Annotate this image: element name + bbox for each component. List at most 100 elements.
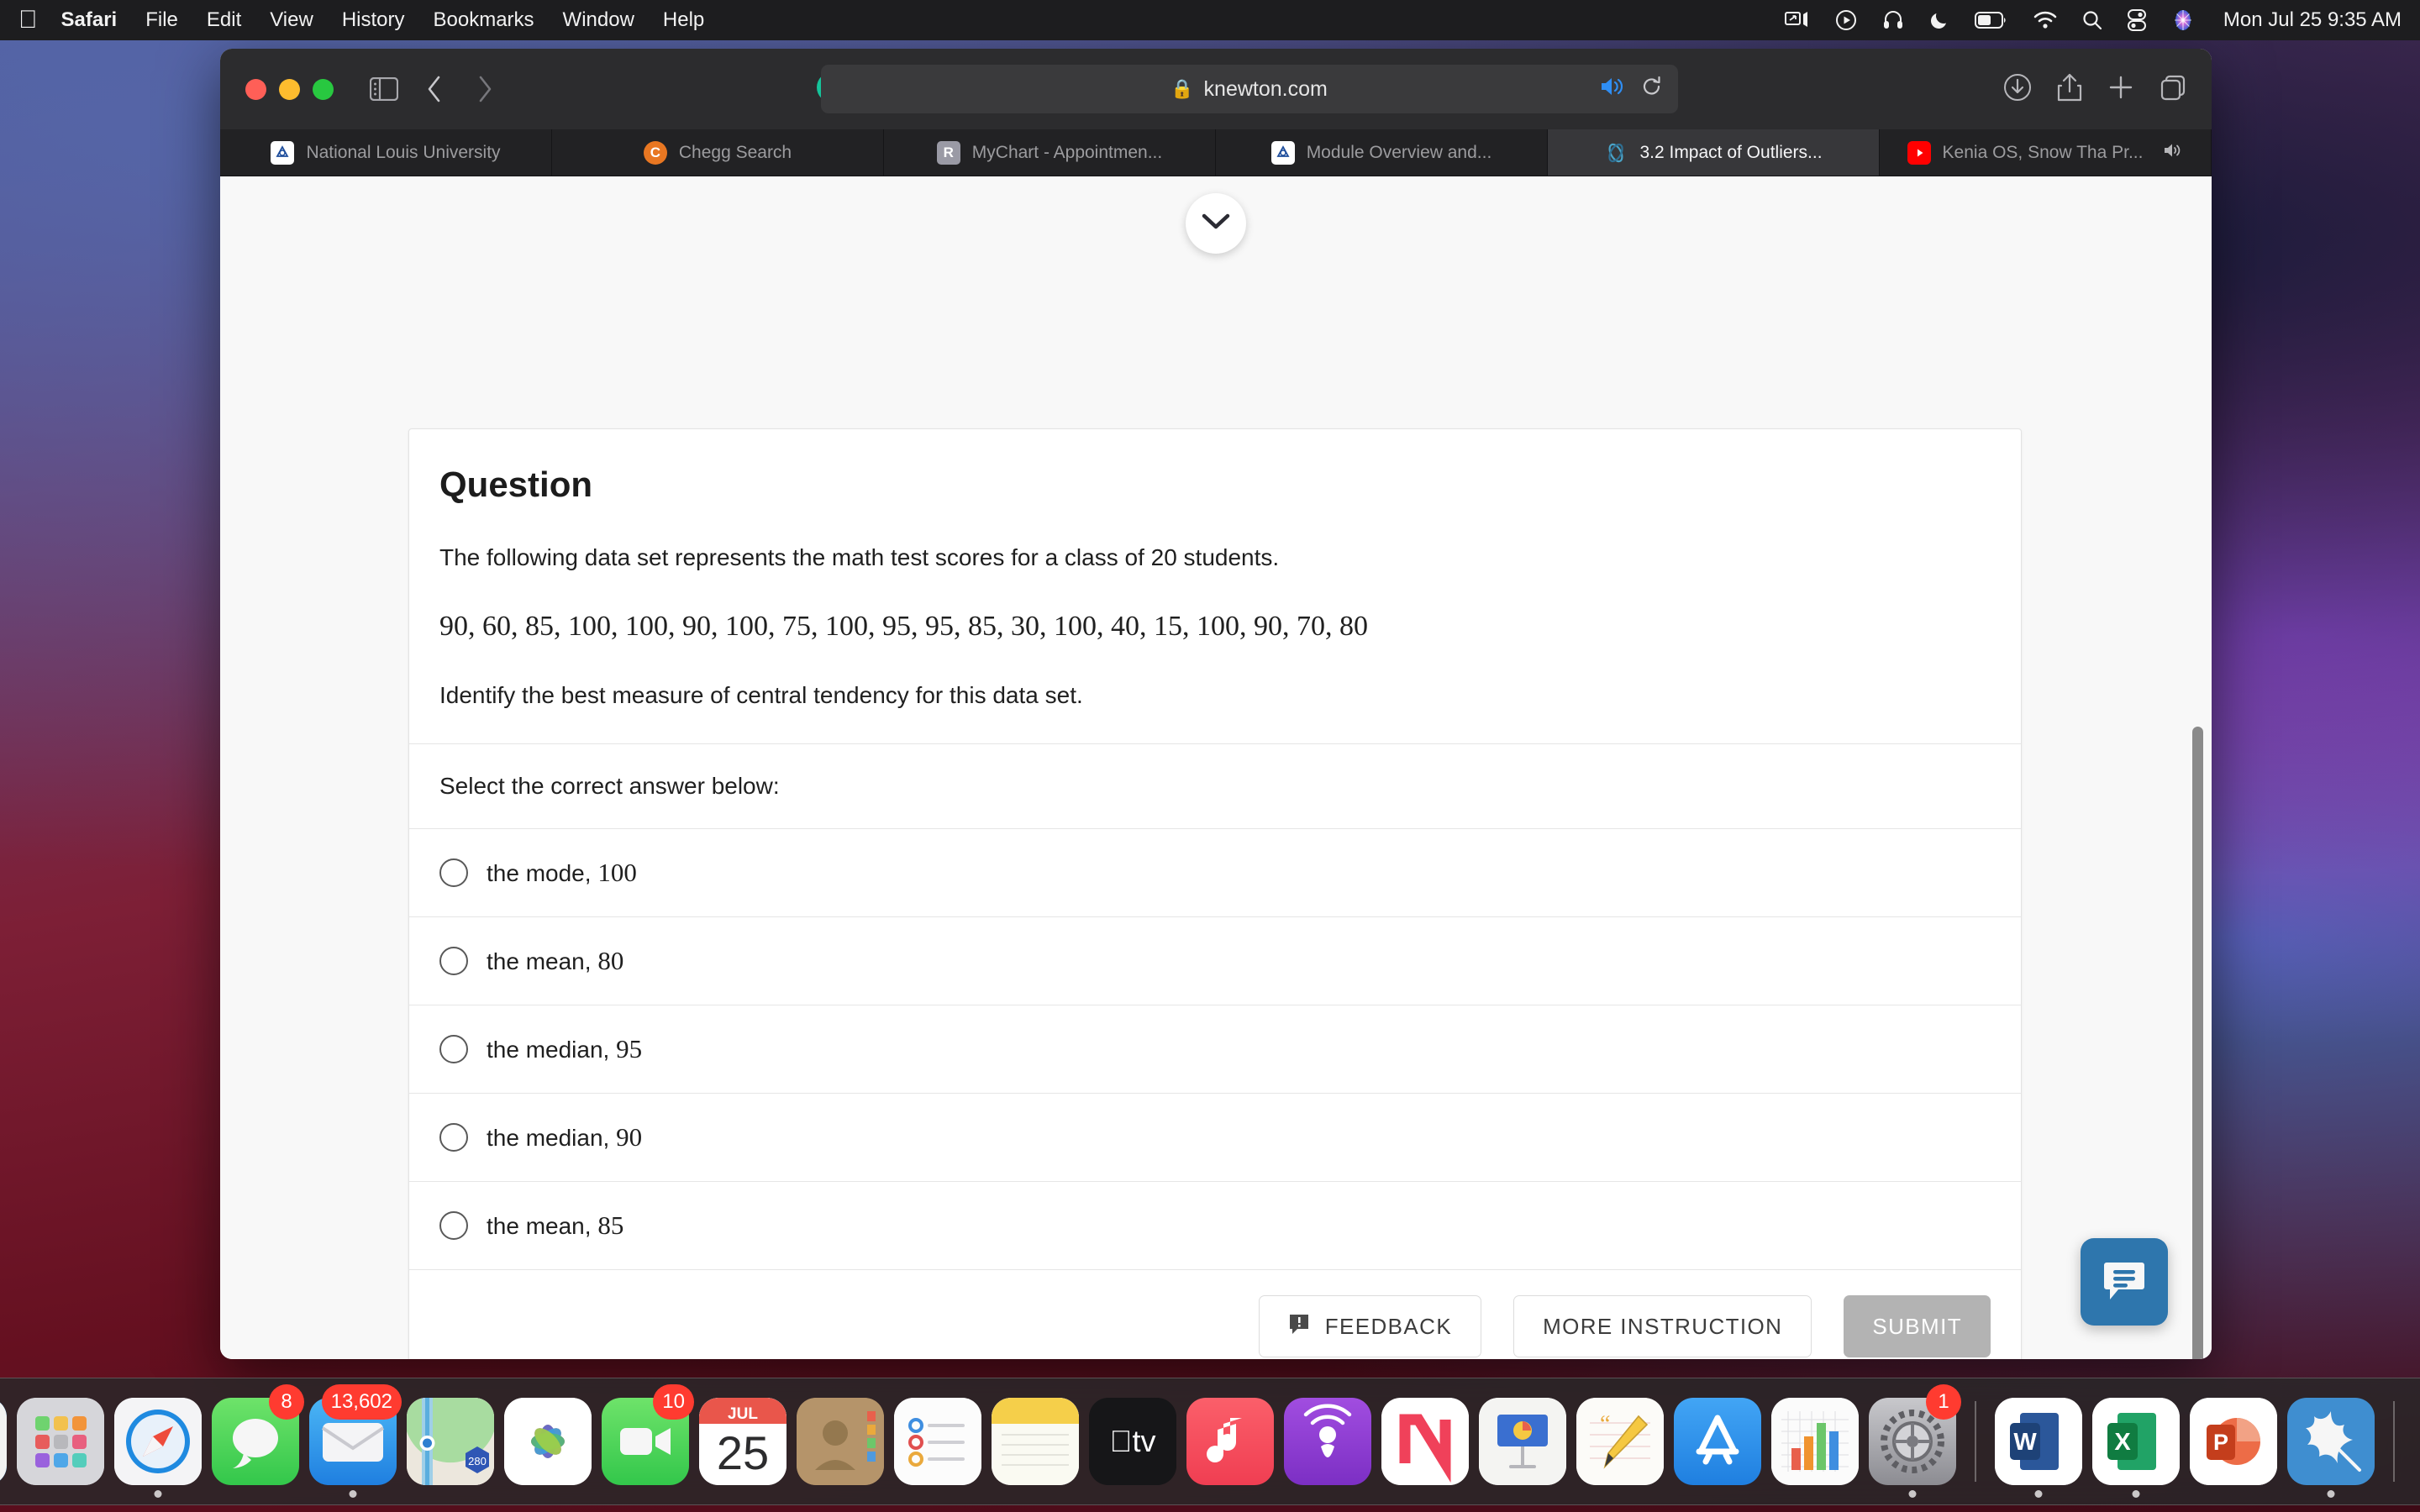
submit-button[interactable]: SUBMIT bbox=[1844, 1295, 1991, 1357]
answer-option-1[interactable]: the mode, 100 bbox=[409, 828, 2021, 916]
dock-item-reminders[interactable] bbox=[891, 1378, 985, 1505]
browser-tab-national-louis-university[interactable]: National Louis University bbox=[220, 129, 552, 176]
dock-item-photos[interactable] bbox=[501, 1378, 595, 1505]
tab-overview-icon[interactable] bbox=[2160, 74, 2186, 105]
dock-item-facetime[interactable]: 10 bbox=[598, 1378, 694, 1505]
safari-window: 🔒 knewton.com National Louis University … bbox=[220, 49, 2212, 1359]
dock-item-numbers[interactable] bbox=[1768, 1378, 1862, 1505]
feedback-button[interactable]: FEEDBACK bbox=[1258, 1295, 1482, 1357]
more-instruction-button-label: MORE INSTRUCTION bbox=[1543, 1313, 1783, 1339]
forward-button[interactable] bbox=[463, 67, 507, 111]
answer-option-label: the median, 90 bbox=[487, 1122, 643, 1152]
browser-tab-impact-of-outliers[interactable]: 3.2 Impact of Outliers... bbox=[1548, 129, 1880, 176]
more-instruction-button[interactable]: MORE INSTRUCTION bbox=[1513, 1295, 1812, 1357]
dock-item-keynote[interactable] bbox=[1476, 1378, 1570, 1505]
answer-option-4[interactable]: the median, 90 bbox=[409, 1093, 2021, 1181]
dock-item-messages[interactable]: 8 bbox=[208, 1378, 304, 1505]
chat-bubble-icon bbox=[2100, 1256, 2149, 1309]
siri-icon[interactable] bbox=[2171, 8, 2195, 33]
dock-item-trash[interactable] bbox=[2410, 1378, 2420, 1505]
share-icon[interactable] bbox=[2057, 72, 2082, 107]
dock-item-system-preferences[interactable]: 1 bbox=[1865, 1378, 1961, 1505]
answer-option-3[interactable]: the median, 95 bbox=[409, 1005, 2021, 1093]
battery-icon[interactable] bbox=[1974, 8, 2008, 33]
menu-item-file[interactable]: File bbox=[145, 8, 178, 32]
dock-item-notes[interactable] bbox=[988, 1378, 1082, 1505]
dock-item-calendar[interactable]: JUL 25 bbox=[696, 1378, 790, 1505]
reload-icon[interactable] bbox=[1641, 76, 1663, 103]
dock-item-finder[interactable] bbox=[0, 1378, 10, 1505]
radio-button[interactable] bbox=[439, 1035, 468, 1063]
dock-item-contacts[interactable] bbox=[793, 1378, 887, 1505]
browser-tab-mychart[interactable]: R MyChart - Appointmen... bbox=[884, 129, 1216, 176]
menu-item-window[interactable]: Window bbox=[563, 8, 634, 32]
dock-item-maple-leaf-app[interactable] bbox=[2284, 1378, 2378, 1505]
minimize-window-button[interactable] bbox=[279, 78, 300, 100]
radio-button[interactable] bbox=[439, 858, 468, 887]
page-scrollbar-track[interactable] bbox=[2190, 260, 2205, 1359]
screen-mirroring-icon[interactable] bbox=[1784, 8, 1810, 33]
control-center-icon[interactable] bbox=[2127, 8, 2146, 33]
menu-item-view[interactable]: View bbox=[270, 8, 313, 32]
radio-button[interactable] bbox=[439, 947, 468, 975]
dock-item-microsoft-word[interactable]: W bbox=[1991, 1378, 2086, 1505]
dock-item-launchpad[interactable] bbox=[13, 1378, 108, 1505]
downloads-icon[interactable] bbox=[2003, 73, 2032, 106]
feedback-button-label: FEEDBACK bbox=[1324, 1313, 1453, 1339]
address-bar[interactable]: 🔒 knewton.com bbox=[820, 65, 1678, 113]
dock-item-appstore[interactable] bbox=[1670, 1378, 1765, 1505]
answer-option-5[interactable]: the mean, 85 bbox=[409, 1181, 2021, 1269]
dock-item-safari[interactable] bbox=[111, 1378, 205, 1505]
menu-item-bookmarks[interactable]: Bookmarks bbox=[434, 8, 534, 32]
dock-item-pages[interactable]: “ bbox=[1573, 1378, 1667, 1505]
tab-label: Chegg Search bbox=[678, 142, 792, 162]
browser-tab-module-overview[interactable]: Module Overview and... bbox=[1216, 129, 1548, 176]
svg-text:“: “ bbox=[1600, 1411, 1610, 1437]
wifi-icon[interactable] bbox=[2033, 8, 2057, 33]
headphones-icon[interactable] bbox=[1882, 8, 1904, 33]
browser-tab-chegg-search[interactable]: C Chegg Search bbox=[552, 129, 884, 176]
new-tab-icon[interactable] bbox=[2107, 74, 2134, 105]
answer-option-label: the median, 95 bbox=[487, 1034, 643, 1063]
menu-item-edit[interactable]: Edit bbox=[207, 8, 241, 32]
menu-item-help[interactable]: Help bbox=[663, 8, 704, 32]
menu-item-history[interactable]: History bbox=[342, 8, 405, 32]
tab-audio-icon[interactable] bbox=[2163, 142, 2183, 164]
dock-item-microsoft-excel[interactable]: X bbox=[2089, 1378, 2183, 1505]
dock-item-music[interactable] bbox=[1183, 1378, 1277, 1505]
tab-label: MyChart - Appointmen... bbox=[971, 142, 1163, 162]
spotlight-search-icon[interactable] bbox=[2082, 8, 2102, 33]
back-button[interactable] bbox=[413, 67, 456, 111]
desktop:  Safari File Edit View History Bookmark… bbox=[0, 0, 2420, 1512]
browser-tab-youtube-kenia-os[interactable]: Kenia OS, Snow Tha Pr... bbox=[1880, 129, 2212, 176]
dock-item-mail[interactable]: 13,602 bbox=[306, 1378, 402, 1505]
menu-item-safari[interactable]: Safari bbox=[61, 8, 118, 32]
running-indicator bbox=[2132, 1490, 2140, 1498]
dock-item-appletv[interactable]: tv bbox=[1086, 1378, 1180, 1505]
zoom-window-button[interactable] bbox=[313, 78, 334, 100]
menu-bar-clock[interactable]: Mon Jul 25 9:35 AM bbox=[2223, 8, 2402, 32]
audio-playing-icon[interactable] bbox=[1599, 76, 1624, 103]
dock-separator bbox=[1975, 1401, 1976, 1482]
question-actions: FEEDBACK MORE INSTRUCTION SUBMIT bbox=[409, 1269, 2021, 1359]
answer-option-2[interactable]: the mean, 80 bbox=[409, 916, 2021, 1005]
radio-button[interactable] bbox=[439, 1211, 468, 1240]
close-window-button[interactable] bbox=[245, 78, 266, 100]
chat-support-button[interactable] bbox=[2081, 1238, 2168, 1326]
sidebar-toggle-icon[interactable] bbox=[362, 67, 406, 111]
browser-toolbar: 🔒 knewton.com bbox=[220, 49, 2212, 129]
menu-bar:  Safari File Edit View History Bookmark… bbox=[0, 0, 2420, 40]
collapse-header-button[interactable] bbox=[1186, 193, 1246, 254]
dock-item-news[interactable] bbox=[1378, 1378, 1472, 1505]
do-not-disturb-moon-icon[interactable] bbox=[1929, 8, 1949, 33]
radio-button[interactable] bbox=[439, 1123, 468, 1152]
answer-option-label: the mean, 85 bbox=[487, 1210, 624, 1240]
apple-logo-icon[interactable]:  bbox=[18, 8, 38, 33]
page-scrollbar-thumb[interactable] bbox=[2192, 727, 2203, 1359]
dock-item-podcasts[interactable] bbox=[1281, 1378, 1375, 1505]
chevron-down-icon bbox=[1202, 213, 1230, 235]
dock-item-maps[interactable]: 280 bbox=[403, 1378, 497, 1505]
now-playing-icon[interactable] bbox=[1835, 8, 1857, 33]
answers-prompt: Select the correct answer below: bbox=[439, 773, 780, 799]
dock-item-microsoft-powerpoint[interactable]: P bbox=[2186, 1378, 2281, 1505]
